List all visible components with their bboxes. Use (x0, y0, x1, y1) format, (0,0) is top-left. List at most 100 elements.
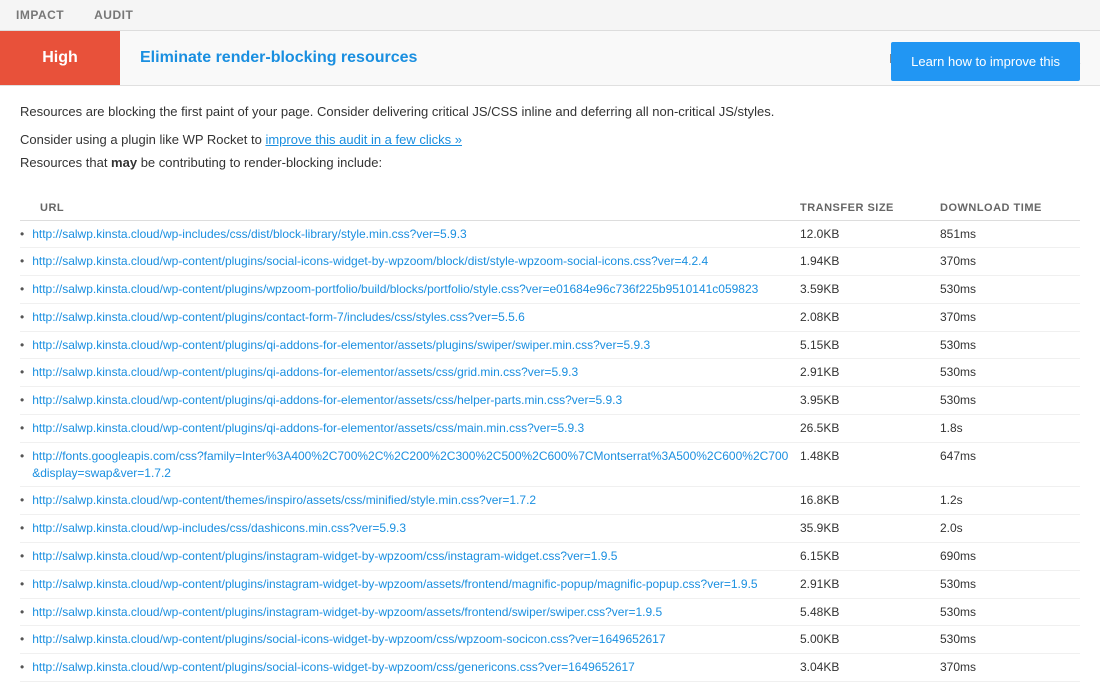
time-cell: 530ms (940, 631, 1080, 646)
col-url: URL (40, 202, 800, 214)
size-cell: 35.9KB (800, 520, 940, 535)
size-cell: 6.15KB (800, 548, 940, 563)
table-row: • http://salwp.kinsta.cloud/wp-content/p… (20, 359, 1080, 387)
bullet-icon: • (20, 421, 24, 435)
size-cell: 2.08KB (800, 309, 940, 324)
url-link[interactable]: http://salwp.kinsta.cloud/wp-content/plu… (32, 420, 584, 437)
size-cell: 5.15KB (800, 337, 940, 352)
bullet-icon: • (20, 365, 24, 379)
bullet-icon: • (20, 282, 24, 296)
table-row: • http://salwp.kinsta.cloud/wp-includes/… (20, 221, 1080, 249)
url-cell: • http://salwp.kinsta.cloud/wp-includes/… (20, 226, 800, 243)
url-cell: • http://salwp.kinsta.cloud/wp-content/t… (20, 492, 800, 509)
size-cell: 5.48KB (800, 604, 940, 619)
content-area: Resources are blocking the first paint o… (0, 86, 1100, 698)
url-cell: • http://salwp.kinsta.cloud/wp-content/p… (20, 253, 800, 270)
url-link[interactable]: http://salwp.kinsta.cloud/wp-content/plu… (32, 659, 635, 676)
url-link[interactable]: http://salwp.kinsta.cloud/wp-content/plu… (32, 631, 665, 648)
url-link[interactable]: http://salwp.kinsta.cloud/wp-content/plu… (32, 364, 578, 381)
size-cell: 1.48KB (800, 448, 940, 463)
time-cell: 370ms (940, 253, 1080, 268)
size-cell: 12.0KB (800, 226, 940, 241)
time-cell: 690ms (940, 548, 1080, 563)
time-cell: 647ms (940, 448, 1080, 463)
url-cell: • http://salwp.kinsta.cloud/wp-content/p… (20, 420, 800, 437)
bullet-icon: • (20, 310, 24, 324)
bullet-icon: • (20, 605, 24, 619)
resources-before: Resources that (20, 155, 111, 170)
bullet-icon: • (20, 521, 24, 535)
url-cell: • http://salwp.kinsta.cloud/wp-content/p… (20, 281, 800, 298)
bullet-icon: • (20, 254, 24, 268)
bullet-icon: • (20, 549, 24, 563)
url-link[interactable]: http://salwp.kinsta.cloud/wp-content/plu… (32, 392, 622, 409)
size-cell: 26.5KB (800, 420, 940, 435)
time-cell: 370ms (940, 659, 1080, 674)
table-row: • http://salwp.kinsta.cloud/wp-includes/… (20, 515, 1080, 543)
url-link[interactable]: http://salwp.kinsta.cloud/wp-includes/cs… (32, 226, 467, 243)
size-cell: 16.8KB (800, 492, 940, 507)
url-link[interactable]: http://salwp.kinsta.cloud/wp-content/plu… (32, 253, 708, 270)
col-size: TRANSFER SIZE (800, 202, 940, 214)
description-text: Resources are blocking the first paint o… (20, 102, 840, 122)
url-link[interactable]: http://salwp.kinsta.cloud/wp-content/the… (32, 492, 536, 509)
bullet-icon: • (20, 632, 24, 646)
table-row: • http://salwp.kinsta.cloud/wp-content/p… (20, 571, 1080, 599)
bullet-icon: • (20, 227, 24, 241)
url-link[interactable]: http://salwp.kinsta.cloud/wp-content/plu… (32, 548, 617, 565)
url-cell: • http://salwp.kinsta.cloud/wp-content/p… (20, 631, 800, 648)
high-badge: High (0, 31, 120, 85)
tab-impact[interactable]: IMPACT (16, 8, 64, 30)
resource-table: URL TRANSFER SIZE DOWNLOAD TIME • http:/… (20, 196, 1080, 683)
size-cell: 3.95KB (800, 392, 940, 407)
size-cell: 5.00KB (800, 631, 940, 646)
time-cell: 1.2s (940, 492, 1080, 507)
url-cell: • http://salwp.kinsta.cloud/wp-content/p… (20, 309, 800, 326)
resources-after: be contributing to render-blocking inclu… (137, 155, 382, 170)
url-cell: • http://salwp.kinsta.cloud/wp-includes/… (20, 520, 800, 537)
time-cell: 530ms (940, 392, 1080, 407)
url-cell: • http://salwp.kinsta.cloud/wp-content/p… (20, 364, 800, 381)
resources-line: Resources that may be contributing to re… (20, 155, 875, 170)
table-row: • http://salwp.kinsta.cloud/wp-content/p… (20, 654, 1080, 682)
resources-may: may (111, 155, 137, 170)
learn-button[interactable]: Learn how to improve this (891, 42, 1080, 81)
url-link[interactable]: http://salwp.kinsta.cloud/wp-content/plu… (32, 309, 525, 326)
url-link[interactable]: http://salwp.kinsta.cloud/wp-content/plu… (32, 337, 650, 354)
table-body: • http://salwp.kinsta.cloud/wp-includes/… (20, 221, 1080, 683)
url-cell: • http://salwp.kinsta.cloud/wp-content/p… (20, 604, 800, 621)
url-link[interactable]: http://salwp.kinsta.cloud/wp-content/plu… (32, 576, 757, 593)
table-row: • http://salwp.kinsta.cloud/wp-content/p… (20, 599, 1080, 627)
tab-audit[interactable]: AUDIT (94, 8, 133, 30)
url-link[interactable]: http://fonts.googleapis.com/css?family=I… (32, 448, 790, 482)
plugin-link[interactable]: improve this audit in a few clicks » (265, 132, 462, 147)
bullet-icon: • (20, 338, 24, 352)
table-row: • http://salwp.kinsta.cloud/wp-content/p… (20, 332, 1080, 360)
url-cell: • http://salwp.kinsta.cloud/wp-content/p… (20, 337, 800, 354)
table-row: • http://salwp.kinsta.cloud/wp-content/p… (20, 626, 1080, 654)
url-cell: • http://fonts.googleapis.com/css?family… (20, 448, 800, 482)
url-cell: • http://salwp.kinsta.cloud/wp-content/p… (20, 548, 800, 565)
bullet-icon: • (20, 449, 24, 463)
time-cell: 1.8s (940, 420, 1080, 435)
bullet-icon: • (20, 393, 24, 407)
size-cell: 3.59KB (800, 281, 940, 296)
time-cell: 2.0s (940, 520, 1080, 535)
url-cell: • http://salwp.kinsta.cloud/wp-content/p… (20, 392, 800, 409)
url-link[interactable]: http://salwp.kinsta.cloud/wp-content/plu… (32, 604, 662, 621)
table-header: URL TRANSFER SIZE DOWNLOAD TIME (20, 196, 1080, 221)
size-cell: 2.91KB (800, 364, 940, 379)
table-row: • http://salwp.kinsta.cloud/wp-content/p… (20, 304, 1080, 332)
url-cell: • http://salwp.kinsta.cloud/wp-content/p… (20, 576, 800, 593)
size-cell: 2.91KB (800, 576, 940, 591)
time-cell: 530ms (940, 364, 1080, 379)
time-cell: 530ms (940, 281, 1080, 296)
col-time: DOWNLOAD TIME (940, 202, 1080, 214)
audit-title: Eliminate render-blocking resources (120, 49, 869, 67)
bullet-icon: • (20, 660, 24, 674)
size-cell: 1.94KB (800, 253, 940, 268)
url-link[interactable]: http://salwp.kinsta.cloud/wp-includes/cs… (32, 520, 406, 537)
table-row: • http://salwp.kinsta.cloud/wp-content/p… (20, 543, 1080, 571)
url-link[interactable]: http://salwp.kinsta.cloud/wp-content/plu… (32, 281, 758, 298)
bullet-icon: • (20, 577, 24, 591)
